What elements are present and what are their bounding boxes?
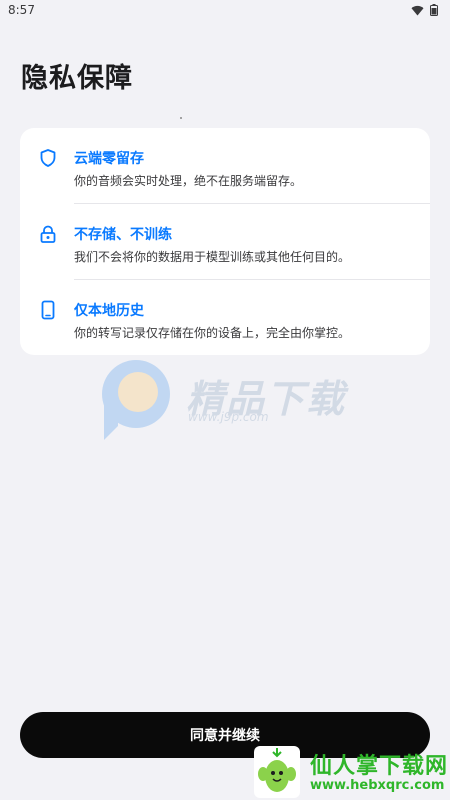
battery-icon — [430, 4, 438, 16]
status-icons — [411, 4, 438, 16]
phone-icon — [41, 300, 55, 320]
watermark-url: www.j9p.com — [188, 410, 269, 424]
feature-item-local-history-only: 仅本地历史 你的转写记录仅存储在你的设备上，完全由你掌控。 — [20, 280, 430, 355]
feature-title: 云端零留存 — [74, 151, 144, 167]
corner-watermark-badge: 仙人掌下载网 www.hebxqrc.com — [248, 742, 450, 800]
feature-item-no-storage-no-training: 不存储、不训练 我们不会将你的数据用于模型训练或其他任何目的。 — [20, 204, 430, 280]
feature-title: 仅本地历史 — [74, 303, 144, 319]
status-bar: 8:57 — [0, 0, 450, 20]
feature-description: 你的转写记录仅存储在你的设备上，完全由你掌控。 — [74, 326, 351, 340]
feature-description: 你的音频会实时处理，绝不在服务端留存。 — [74, 174, 303, 188]
corner-watermark-name: 仙人掌下载网 — [310, 754, 449, 779]
wifi-icon — [411, 5, 424, 16]
watermark: 精品下载 www.j9p.com — [98, 356, 358, 446]
lock-icon — [40, 225, 56, 243]
page-title: 隐私保障 — [21, 63, 133, 94]
shield-icon — [40, 149, 56, 167]
decorative-dot — [180, 117, 182, 119]
feature-title: 不存储、不训练 — [74, 227, 172, 243]
feature-description: 我们不会将你的数据用于模型训练或其他任何目的。 — [74, 250, 351, 264]
feature-item-cloud-zero-retention: 云端零留存 你的音频会实时处理，绝不在服务端留存。 — [20, 128, 430, 204]
watermark-logo — [102, 360, 170, 440]
corner-watermark-url: www.hebxqrc.com — [310, 778, 445, 793]
privacy-features-card: 云端零留存 你的音频会实时处理，绝不在服务端留存。 不存储、不训练 我们不会将你… — [20, 128, 430, 355]
cactus-icon — [258, 748, 296, 792]
status-time: 8:57 — [8, 3, 35, 17]
cactus-logo — [254, 746, 300, 798]
